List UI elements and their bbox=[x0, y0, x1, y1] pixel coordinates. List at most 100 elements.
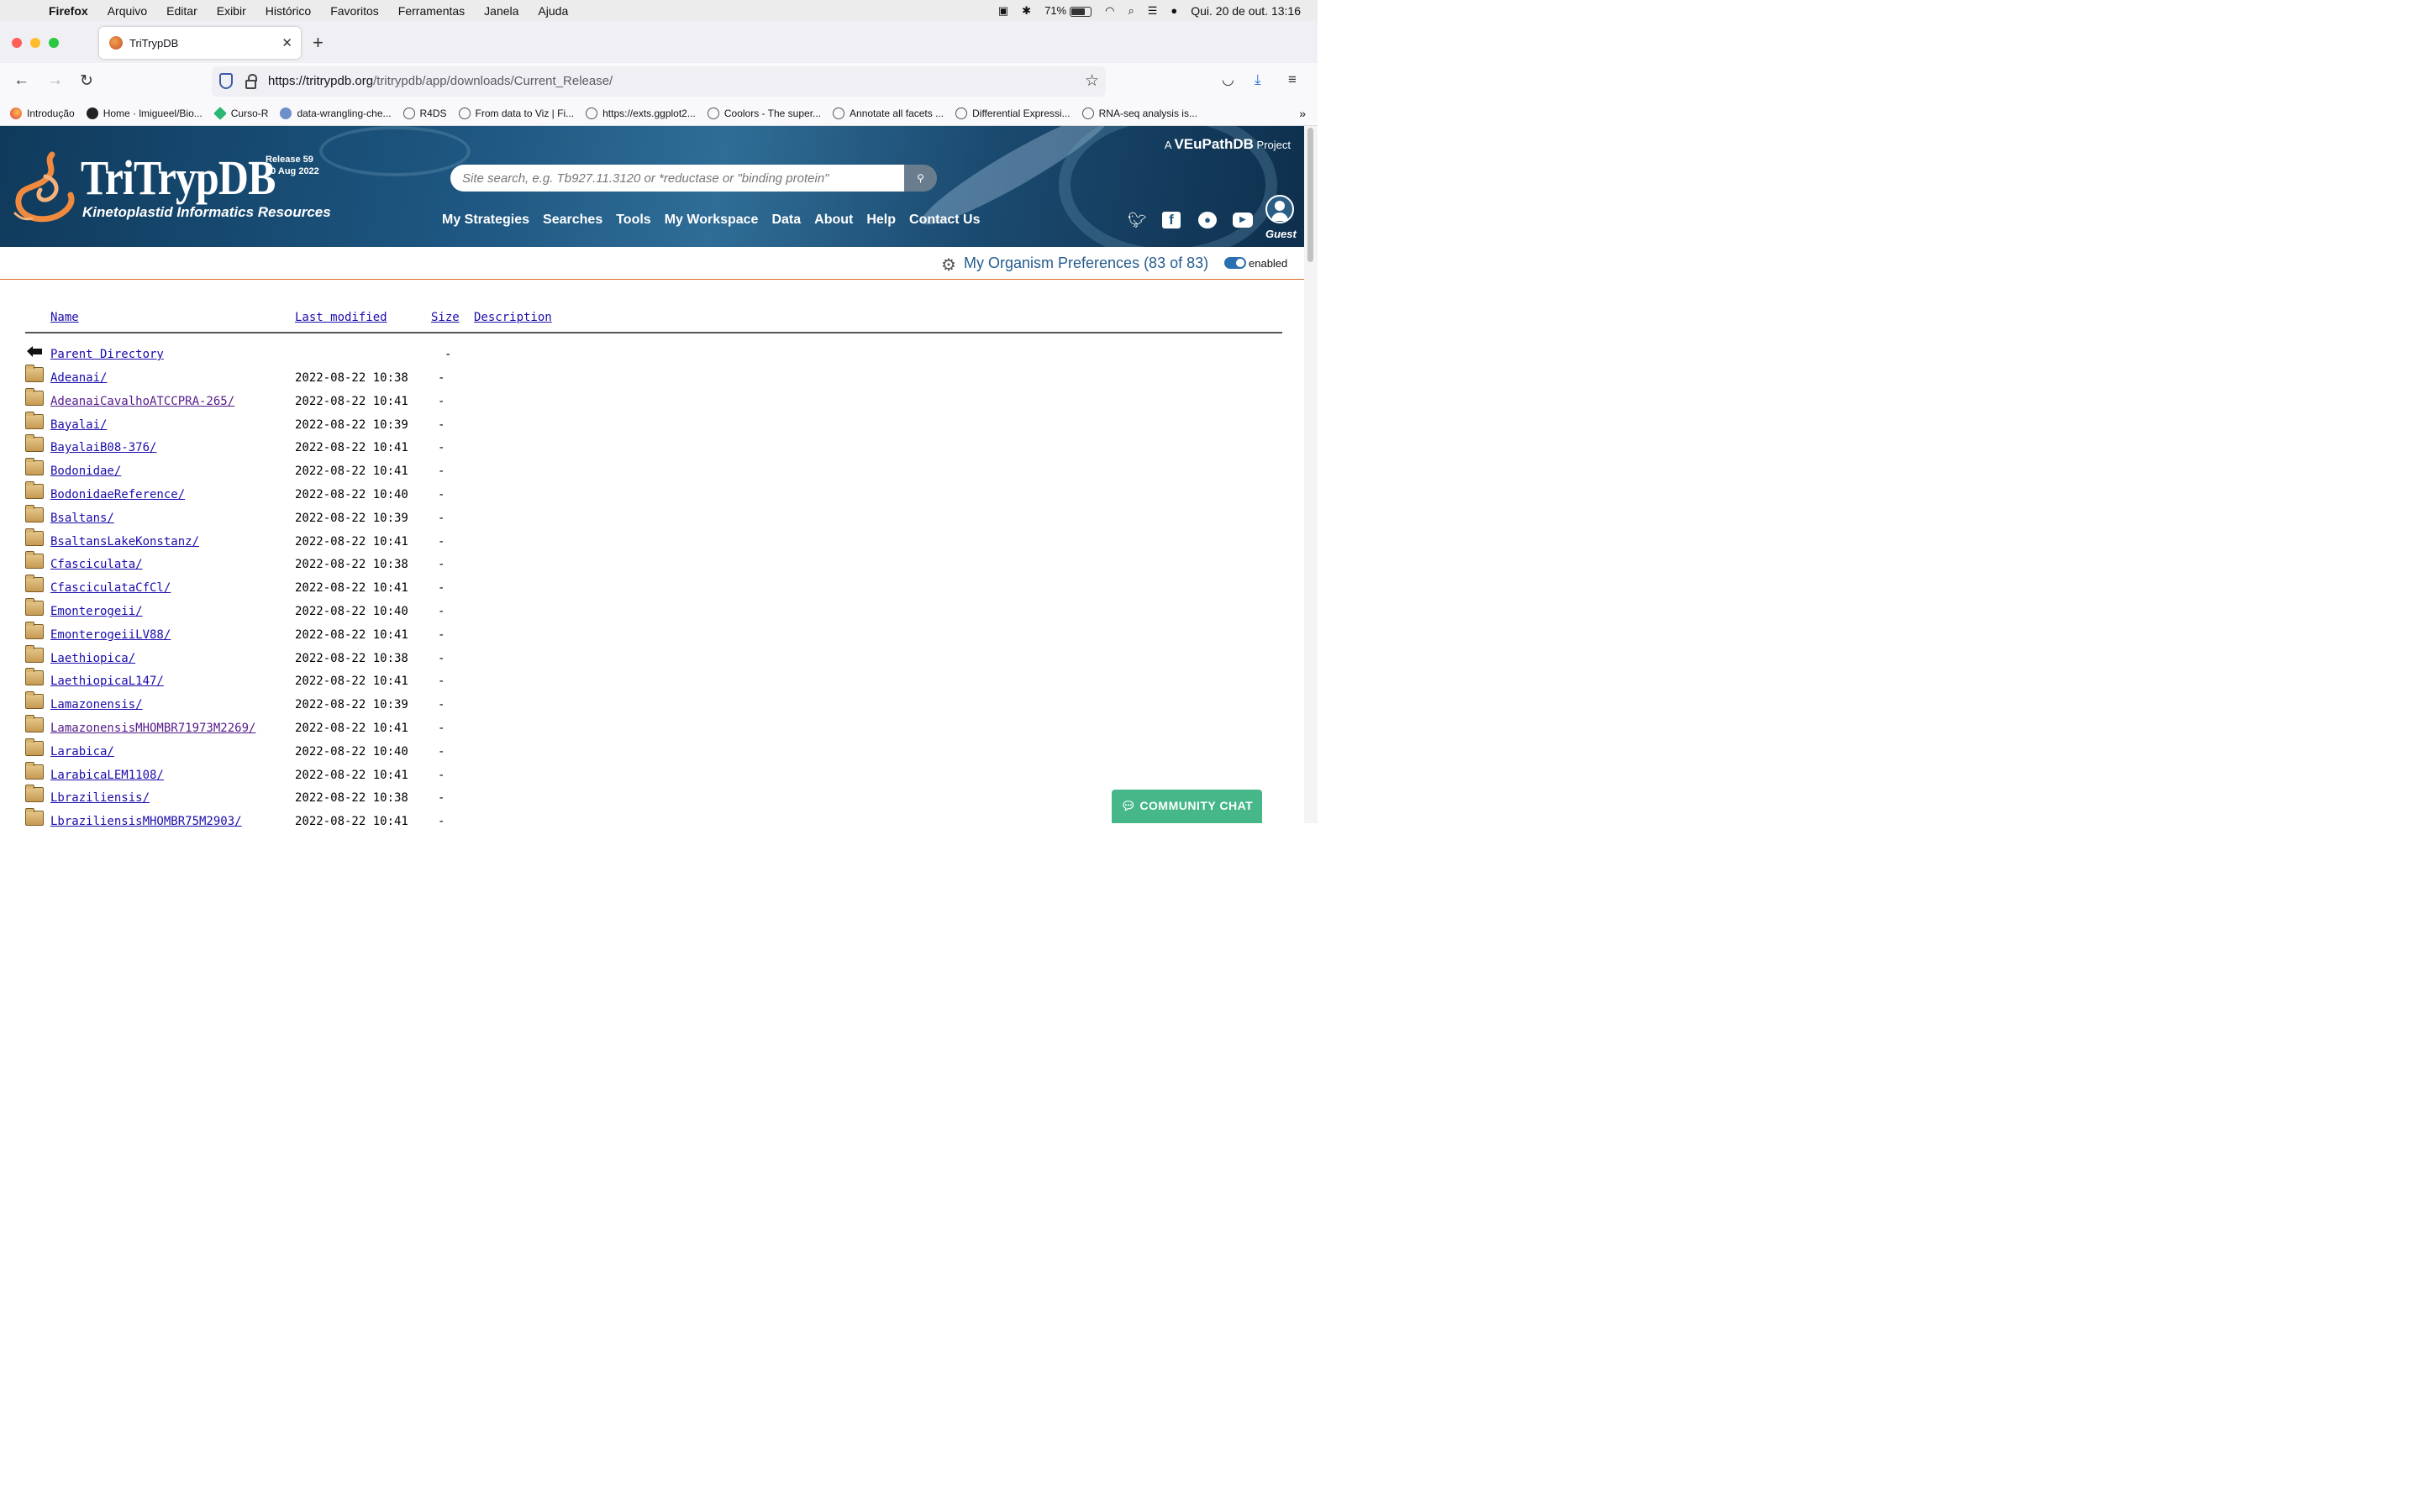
bookmark-item[interactable]: Home · lmigueel/Bio... bbox=[86, 107, 203, 119]
scrollbar-thumb[interactable] bbox=[1307, 128, 1313, 262]
bookmark-item[interactable]: Annotate all facets ... bbox=[833, 107, 944, 119]
directory-link[interactable]: Lbraziliensis/ bbox=[50, 791, 150, 805]
parent-directory-link[interactable]: Parent Directory bbox=[50, 348, 164, 361]
directory-link[interactable]: LarabicaLEM1108/ bbox=[50, 769, 164, 782]
bookmark-item[interactable]: From data to Viz | Fi... bbox=[458, 107, 574, 119]
tracking-protection-shield-icon[interactable] bbox=[219, 73, 233, 89]
directory-link[interactable]: EmonterogeiiLV88/ bbox=[50, 628, 171, 642]
directory-link[interactable]: Adeanai/ bbox=[50, 371, 107, 385]
column-description-header[interactable]: Description bbox=[474, 311, 552, 324]
drive-icon[interactable]: ▣ bbox=[998, 4, 1008, 18]
menu-exibir[interactable]: Exibir bbox=[217, 4, 246, 18]
browser-tab-tritrypdb[interactable]: TriTrypDB ✕ bbox=[99, 27, 301, 59]
control-center-icon[interactable]: ☰ bbox=[1148, 4, 1158, 18]
new-tab-plus-icon[interactable]: + bbox=[313, 32, 324, 54]
directory-link[interactable]: Bodonidae/ bbox=[50, 465, 121, 478]
menu-clock[interactable]: Qui. 20 de out. 13:16 bbox=[1191, 4, 1301, 18]
bookmark-item[interactable]: https://exts.ggplot2... bbox=[586, 107, 696, 119]
organism-preferences-toggle[interactable] bbox=[1224, 257, 1246, 269]
site-title[interactable]: TriTrypDB bbox=[81, 150, 276, 206]
directory-link[interactable]: Emonterogeii/ bbox=[50, 605, 143, 618]
bookmark-item[interactable]: RNA-seq analysis is... bbox=[1081, 107, 1197, 119]
veupathdb-project-badge[interactable]: A VEuPathDB Project bbox=[1165, 136, 1291, 153]
youtube-icon[interactable]: ▶ bbox=[1233, 213, 1253, 228]
menu-ajuda[interactable]: Ajuda bbox=[538, 4, 568, 18]
back-arrow-icon[interactable]: ← bbox=[13, 71, 29, 90]
site-search-input[interactable] bbox=[450, 165, 904, 192]
bookmark-item[interactable]: Differential Expressi... bbox=[955, 107, 1071, 119]
size-cell: - bbox=[438, 815, 445, 829]
bookmark-item[interactable]: R4DS bbox=[402, 107, 447, 119]
organism-preferences-bar: ⚙ My Organism Preferences (83 of 83) ena… bbox=[0, 247, 1304, 280]
tritrypdb-logo-icon[interactable] bbox=[12, 151, 79, 227]
hamburger-menu-icon[interactable]: ≡ bbox=[1288, 71, 1297, 88]
directory-link[interactable]: Larabica/ bbox=[50, 745, 114, 759]
bookmark-item[interactable]: Introdução bbox=[10, 107, 75, 119]
directory-link[interactable]: LaethiopicaL147/ bbox=[50, 675, 164, 688]
nav-my-strategies[interactable]: My Strategies bbox=[442, 213, 529, 228]
directory-link[interactable]: Lamazonensis/ bbox=[50, 698, 143, 711]
bluetooth-icon[interactable]: ✱ bbox=[1022, 4, 1031, 18]
bookmark-item[interactable]: data-wrangling-che... bbox=[280, 107, 392, 119]
lock-icon[interactable] bbox=[245, 74, 257, 89]
address-url[interactable]: https://tritrypdb.org/tritrypdb/app/down… bbox=[268, 74, 613, 88]
directory-link[interactable]: LbraziliensisMHOMBR75M2903/ bbox=[50, 815, 242, 828]
menu-app-name[interactable]: Firefox bbox=[49, 4, 88, 18]
nav-data[interactable]: Data bbox=[771, 213, 801, 228]
spotlight-search-icon[interactable]: ⌕ bbox=[1128, 4, 1134, 18]
menu-arquivo[interactable]: Arquivo bbox=[108, 4, 147, 18]
guest-avatar-icon[interactable] bbox=[1265, 195, 1294, 223]
nav-about[interactable]: About bbox=[814, 213, 853, 228]
address-bar[interactable]: https://tritrypdb.org/tritrypdb/app/down… bbox=[212, 66, 1106, 97]
gear-icon[interactable]: ⚙ bbox=[941, 255, 956, 276]
directory-link[interactable]: AdeanaiCavalhoATCCPRA-265/ bbox=[50, 395, 234, 408]
battery-status[interactable]: 71% bbox=[1044, 4, 1092, 17]
menu-ferramentas[interactable]: Ferramentas bbox=[398, 4, 465, 18]
directory-link[interactable]: Bsaltans/ bbox=[50, 512, 114, 525]
facebook-icon[interactable]: f bbox=[1162, 212, 1181, 228]
reload-icon[interactable]: ↻ bbox=[80, 71, 93, 91]
twitter-icon[interactable]: 🐦︎ bbox=[1128, 212, 1147, 228]
wifi-icon[interactable]: ◠ bbox=[1105, 4, 1114, 18]
community-chat-button[interactable]: 💬︎ COMMUNITY CHAT bbox=[1112, 790, 1262, 823]
nav-searches[interactable]: Searches bbox=[543, 213, 602, 228]
directory-link[interactable]: BsaltansLakeKonstanz/ bbox=[50, 535, 199, 549]
forward-arrow-icon[interactable]: → bbox=[47, 71, 63, 90]
directory-link[interactable]: BayalaiB08-376/ bbox=[50, 441, 156, 454]
last-modified-cell: 2022-08-22 10:41 bbox=[295, 394, 408, 408]
site-search-button[interactable]: ⚲ bbox=[904, 165, 937, 192]
directory-link[interactable]: LamazonensisMHOMBR71973M2269/ bbox=[50, 722, 255, 735]
menu-janela[interactable]: Janela bbox=[484, 4, 518, 18]
column-last-modified-header[interactable]: Last modified bbox=[295, 311, 387, 324]
window-close-button[interactable] bbox=[12, 38, 22, 48]
bookmark-star-icon[interactable]: ☆ bbox=[1085, 71, 1099, 91]
column-name-header[interactable]: Name bbox=[50, 311, 79, 324]
tab-close-icon[interactable]: ✕ bbox=[281, 35, 292, 50]
organism-preferences-link[interactable]: My Organism Preferences (83 of 83) bbox=[964, 255, 1208, 272]
directory-link[interactable]: Bayalai/ bbox=[50, 418, 107, 432]
window-minimize-button[interactable] bbox=[30, 38, 40, 48]
reddit-icon[interactable]: ● bbox=[1198, 212, 1217, 228]
nav-help[interactable]: Help bbox=[866, 213, 896, 228]
directory-link[interactable]: Cfasciculata/ bbox=[50, 558, 143, 571]
column-size-header[interactable]: Size bbox=[431, 311, 460, 324]
nav-contact-us[interactable]: Contact Us bbox=[909, 213, 980, 228]
downloads-icon[interactable]: ⤓ bbox=[1255, 71, 1261, 88]
window-zoom-button[interactable] bbox=[49, 38, 59, 48]
site-subtitle: Kinetoplastid Informatics Resources bbox=[82, 204, 331, 220]
directory-link[interactable]: Laethiopica/ bbox=[50, 652, 135, 665]
back-arrow-folder-icon bbox=[27, 346, 42, 357]
siri-icon[interactable]: ● bbox=[1171, 4, 1177, 17]
page-scrollbar[interactable] bbox=[1304, 126, 1318, 823]
directory-link[interactable]: BodonidaeReference/ bbox=[50, 488, 185, 501]
nav-tools[interactable]: Tools bbox=[616, 213, 650, 228]
nav-my-workspace[interactable]: My Workspace bbox=[665, 213, 759, 228]
bookmark-item[interactable]: Curso-R bbox=[213, 106, 268, 120]
bookmark-item[interactable]: Coolors - The super... bbox=[707, 107, 821, 119]
guest-label[interactable]: Guest bbox=[1265, 228, 1297, 240]
pocket-icon[interactable]: ◡ bbox=[1222, 71, 1234, 88]
menu-editar[interactable]: Editar bbox=[166, 4, 197, 18]
menu-historico[interactable]: Histórico bbox=[266, 4, 311, 18]
directory-link[interactable]: CfasciculataCfCl/ bbox=[50, 581, 171, 595]
menu-favoritos[interactable]: Favoritos bbox=[330, 4, 379, 18]
